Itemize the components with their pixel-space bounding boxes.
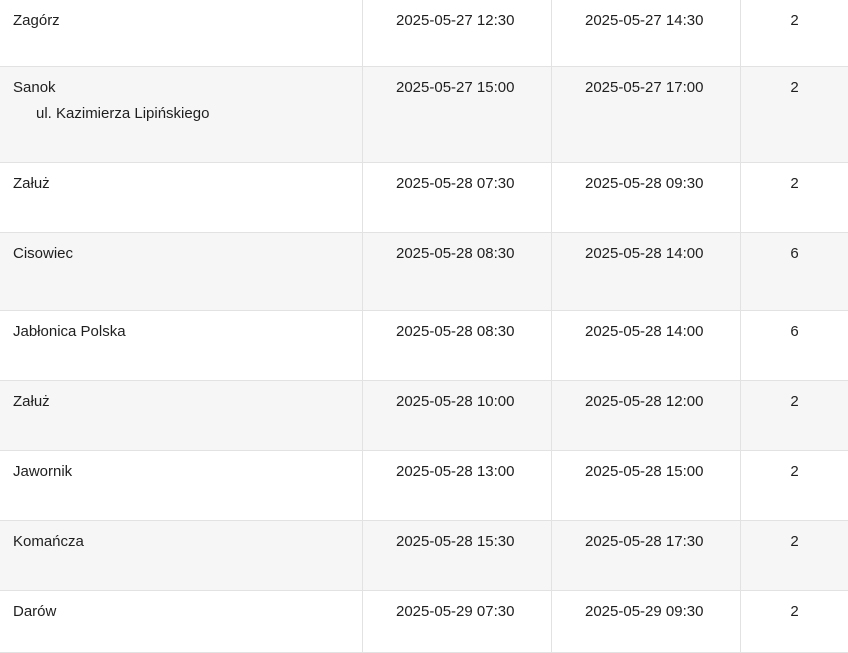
count-cell: 2: [740, 380, 848, 451]
start-time: 2025-05-28 13:00: [396, 462, 515, 480]
table-row: Jawornik 2025-05-28 13:00 2025-05-28 15:…: [0, 450, 848, 521]
table-row: Załuż 2025-05-28 07:30 2025-05-28 09:30 …: [0, 162, 848, 233]
end-time: 2025-05-27 17:00: [585, 78, 704, 96]
location-name: Załuż: [13, 392, 50, 410]
start-time: 2025-05-28 10:00: [396, 392, 515, 410]
end-time-cell: 2025-05-27 17:00: [551, 66, 741, 163]
count-cell: 6: [740, 232, 848, 311]
count-value: 2: [790, 392, 799, 410]
table-row: Zagórz 2025-05-27 12:30 2025-05-27 14:30…: [0, 0, 848, 67]
end-time-cell: 2025-05-28 09:30: [551, 162, 741, 233]
location-cell: Komańcza: [0, 520, 363, 591]
location-name: Cisowiec: [13, 244, 74, 262]
start-time-cell: 2025-05-28 10:00: [362, 380, 552, 451]
end-time: 2025-05-28 14:00: [585, 244, 704, 262]
count-cell: 2: [740, 0, 848, 67]
location-name: Załuż: [13, 174, 50, 192]
table-row: Jabłonica Polska 2025-05-28 08:30 2025-0…: [0, 310, 848, 381]
end-time-cell: 2025-05-28 14:00: [551, 310, 741, 381]
count-cell: 2: [740, 590, 848, 653]
location-cell: Darów: [0, 590, 363, 653]
start-time: 2025-05-27 15:00: [396, 78, 515, 96]
location-cell: Jawornik: [0, 450, 363, 521]
count-cell: 6: [740, 310, 848, 381]
start-time-cell: 2025-05-28 08:30: [362, 232, 552, 311]
end-time: 2025-05-29 09:30: [585, 602, 704, 620]
count-cell: 2: [740, 162, 848, 233]
start-time: 2025-05-27 12:30: [396, 12, 515, 29]
count-cell: 2: [740, 66, 848, 163]
table-row: Załuż 2025-05-28 10:00 2025-05-28 12:00 …: [0, 380, 848, 451]
location-name: Jawornik: [13, 462, 73, 480]
start-time: 2025-05-28 08:30: [396, 322, 515, 340]
count-value: 2: [790, 462, 799, 480]
location-cell: Załuż: [0, 162, 363, 233]
end-time: 2025-05-28 15:00: [585, 462, 704, 480]
end-time: 2025-05-28 09:30: [585, 174, 704, 192]
location-name: Darów: [13, 602, 57, 620]
table-row: Cisowiec 2025-05-28 08:30 2025-05-28 14:…: [0, 232, 848, 311]
location-cell: Załuż: [0, 380, 363, 451]
end-time: 2025-05-28 17:30: [585, 532, 704, 550]
start-time-cell: 2025-05-27 15:00: [362, 66, 552, 163]
start-time: 2025-05-28 08:30: [396, 244, 515, 262]
count-cell: 2: [740, 450, 848, 521]
table-row: Darów 2025-05-29 07:30 2025-05-29 09:30 …: [0, 590, 848, 653]
location-cell: Jabłonica Polska: [0, 310, 363, 381]
start-time: 2025-05-28 15:30: [396, 532, 515, 550]
start-time-cell: 2025-05-28 15:30: [362, 520, 552, 591]
start-time-cell: 2025-05-29 07:30: [362, 590, 552, 653]
start-time-cell: 2025-05-28 07:30: [362, 162, 552, 233]
end-time: 2025-05-28 12:00: [585, 392, 704, 410]
location-name: Jabłonica Polska: [13, 322, 126, 340]
end-time-cell: 2025-05-28 15:00: [551, 450, 741, 521]
end-time: 2025-05-27 14:30: [585, 12, 704, 29]
table-row: Komańcza 2025-05-28 15:30 2025-05-28 17:…: [0, 520, 848, 591]
count-value: 2: [790, 174, 799, 192]
end-time-cell: 2025-05-29 09:30: [551, 590, 741, 653]
location-name: Komańcza: [13, 532, 84, 550]
start-time-cell: 2025-05-28 13:00: [362, 450, 552, 521]
start-time: 2025-05-28 07:30: [396, 174, 515, 192]
count-value: 2: [790, 532, 799, 550]
table-row: Sanok ul. Kazimierza Lipińskiego 2025-05-…: [0, 66, 848, 163]
end-time-cell: 2025-05-28 12:00: [551, 380, 741, 451]
location-cell: Cisowiec: [0, 232, 363, 311]
end-time-cell: 2025-05-27 14:30: [551, 0, 741, 67]
count-value: 2: [790, 78, 799, 96]
count-value: 6: [790, 322, 799, 340]
location-name: Sanok: [13, 78, 56, 96]
count-value: 2: [790, 602, 799, 620]
start-time-cell: 2025-05-28 08:30: [362, 310, 552, 381]
location-cell: Sanok ul. Kazimierza Lipińskiego: [0, 66, 363, 163]
end-time-cell: 2025-05-28 17:30: [551, 520, 741, 591]
schedule-table: Zagórz 2025-05-27 12:30 2025-05-27 14:30…: [0, 0, 848, 653]
location-cell: Zagórz: [0, 0, 363, 67]
count-value: 6: [790, 244, 799, 262]
count-cell: 2: [740, 520, 848, 591]
end-time-cell: 2025-05-28 14:00: [551, 232, 741, 311]
start-time-cell: 2025-05-27 12:30: [362, 0, 552, 67]
count-value: 2: [790, 12, 799, 29]
start-time: 2025-05-29 07:30: [396, 602, 515, 620]
location-address: ul. Kazimierza Lipińskiego: [36, 104, 210, 122]
location-name: Zagórz: [13, 12, 60, 29]
end-time: 2025-05-28 14:00: [585, 322, 704, 340]
